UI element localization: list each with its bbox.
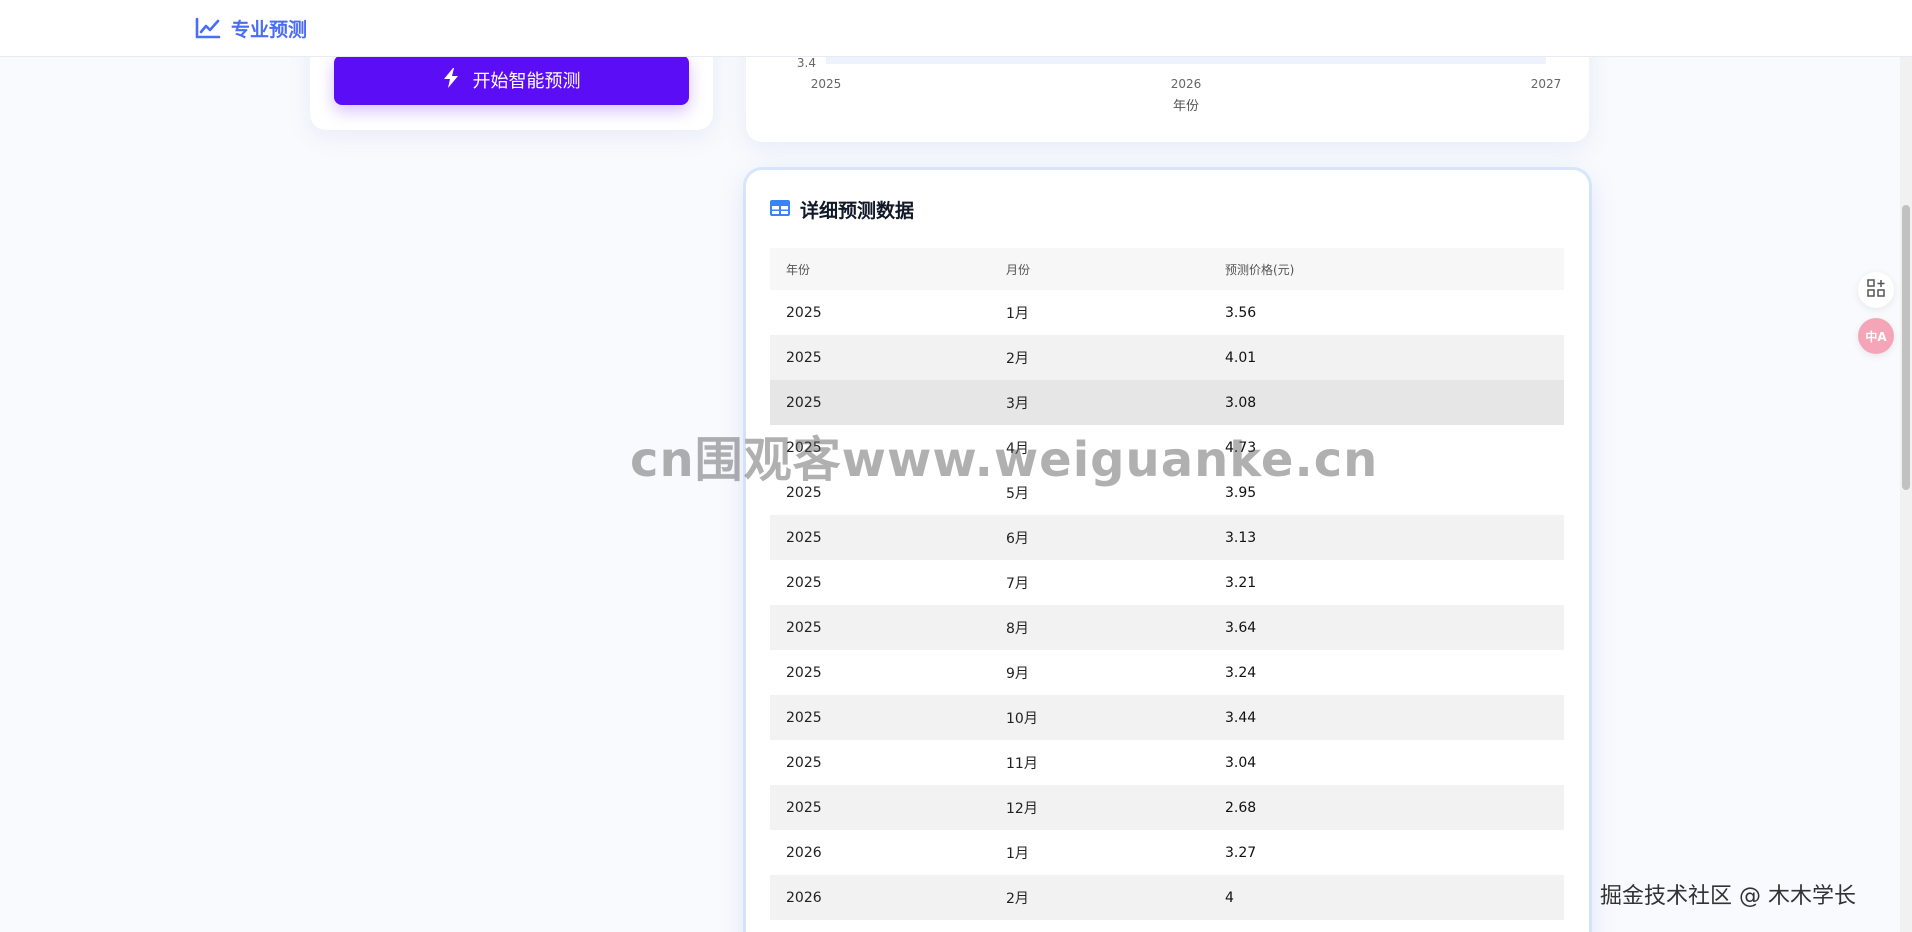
- x-tick-label: 2027: [1531, 77, 1562, 91]
- credit-text: 掘金技术社区 @ 木木学长: [1600, 884, 1856, 909]
- cell-price: 4: [1209, 875, 1564, 920]
- trend-chart-icon: [195, 17, 221, 39]
- cell-year: 2025: [770, 740, 990, 785]
- brand-link[interactable]: 专业预测: [195, 14, 307, 42]
- page: 专业预测 开始智能预测 3.4 2025 2026 2027 年份 详细预测数据…: [0, 0, 1912, 932]
- cell-month: 1月: [990, 290, 1209, 335]
- x-tick-label: 2026: [1171, 77, 1202, 91]
- cell-month: 9月: [990, 650, 1209, 695]
- detail-data-title-text: 详细预测数据: [800, 200, 915, 222]
- cell-year: 2025: [770, 380, 990, 425]
- start-prediction-button[interactable]: 开始智能预测: [334, 55, 689, 105]
- cell-month: 7月: [990, 560, 1209, 605]
- cell-month: 11月: [990, 740, 1209, 785]
- vertical-scrollbar-thumb[interactable]: [1902, 205, 1910, 490]
- cell-price: 3.08: [1209, 380, 1564, 425]
- cell-year: 2025: [770, 695, 990, 740]
- table-row[interactable]: 2026 2月 4: [770, 875, 1564, 920]
- table-row[interactable]: 2025 6月 3.13: [770, 515, 1564, 560]
- cell-month: 1月: [990, 830, 1209, 875]
- cell-month: 12月: [990, 785, 1209, 830]
- cell-month: 10月: [990, 695, 1209, 740]
- cell-month: 8月: [990, 605, 1209, 650]
- table-row[interactable]: 2025 7月 3.21: [770, 560, 1564, 605]
- cell-year: 2026: [770, 875, 990, 920]
- translate-icon: 中A: [1865, 329, 1887, 344]
- table-row[interactable]: 2025 9月 3.24: [770, 650, 1564, 695]
- cell-year: 2025: [770, 290, 990, 335]
- forecast-table: 年份 月份 预测价格(元) 2025 1月 3.56 2025 2月 4.01 2025…: [770, 248, 1564, 920]
- table-row[interactable]: 2025 11月 3.04: [770, 740, 1564, 785]
- x-tick-label: 2025: [811, 77, 842, 91]
- cell-year: 2026: [770, 830, 990, 875]
- lightning-bolt-icon: [443, 67, 459, 93]
- cell-price: 3.13: [1209, 515, 1564, 560]
- cell-month: 2月: [990, 335, 1209, 380]
- cell-year: 2025: [770, 785, 990, 830]
- cell-year: 2025: [770, 560, 990, 605]
- cell-price: 4.01: [1209, 335, 1564, 380]
- column-header-year[interactable]: 年份: [770, 248, 990, 290]
- translate-button[interactable]: 中A: [1858, 318, 1894, 354]
- cell-price: 3.56: [1209, 290, 1564, 335]
- table-row[interactable]: 2026 1月 3.27: [770, 830, 1564, 875]
- cell-price: 3.44: [1209, 695, 1564, 740]
- cell-price: 3.27: [1209, 830, 1564, 875]
- table-row[interactable]: 2025 1月 3.56: [770, 290, 1564, 335]
- cell-month: 3月: [990, 380, 1209, 425]
- y-tick-label: 3.4: [797, 56, 816, 70]
- cell-price: 3.21: [1209, 560, 1564, 605]
- table-row[interactable]: 2025 10月 3.44: [770, 695, 1564, 740]
- cell-year: 2025: [770, 650, 990, 695]
- apps-add-icon: [1867, 279, 1885, 301]
- cell-price: 3.24: [1209, 650, 1564, 695]
- watermark-text: cn围观客www.weiguanke.cn: [630, 432, 1379, 488]
- table-row[interactable]: 2025 2月 4.01: [770, 335, 1564, 380]
- start-prediction-label: 开始智能预测: [472, 71, 581, 92]
- table-icon: [770, 199, 790, 221]
- x-axis-label: 年份: [1173, 99, 1199, 114]
- table-row[interactable]: 2025 8月 3.64: [770, 605, 1564, 650]
- apps-add-button[interactable]: [1858, 272, 1894, 308]
- cell-price: 3.04: [1209, 740, 1564, 785]
- cell-year: 2025: [770, 605, 990, 650]
- table-row[interactable]: 2025 12月 2.68: [770, 785, 1564, 830]
- cell-month: 2月: [990, 875, 1209, 920]
- cell-price: 2.68: [1209, 785, 1564, 830]
- column-header-month[interactable]: 月份: [990, 248, 1209, 290]
- table-header-row: 年份 月份 预测价格(元): [770, 248, 1564, 290]
- detail-data-title: 详细预测数据: [770, 196, 914, 223]
- cell-price: 3.64: [1209, 605, 1564, 650]
- table-row[interactable]: 2025 3月 3.08: [770, 380, 1564, 425]
- cell-year: 2025: [770, 335, 990, 380]
- detail-data-card: 详细预测数据 年份 月份 预测价格(元) 2025 1月 3.56 2025 2月 4.…: [746, 170, 1589, 932]
- cell-month: 6月: [990, 515, 1209, 560]
- cell-year: 2025: [770, 515, 990, 560]
- column-header-price[interactable]: 预测价格(元): [1209, 248, 1564, 290]
- brand-title: 专业预测: [231, 18, 308, 41]
- top-nav: 专业预测: [0, 0, 1912, 57]
